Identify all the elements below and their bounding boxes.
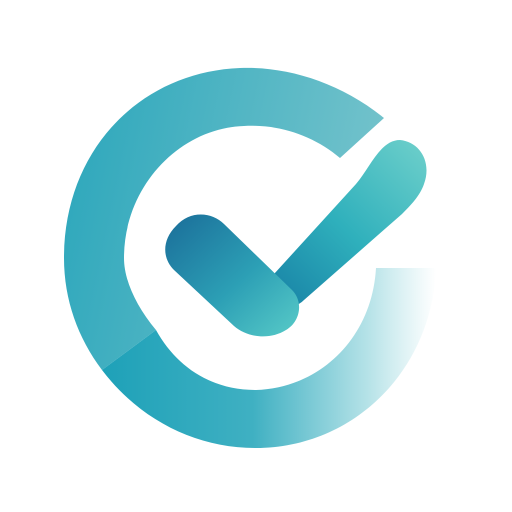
app-icon-canvas bbox=[0, 0, 512, 512]
check-circle-logo-icon bbox=[64, 67, 436, 448]
